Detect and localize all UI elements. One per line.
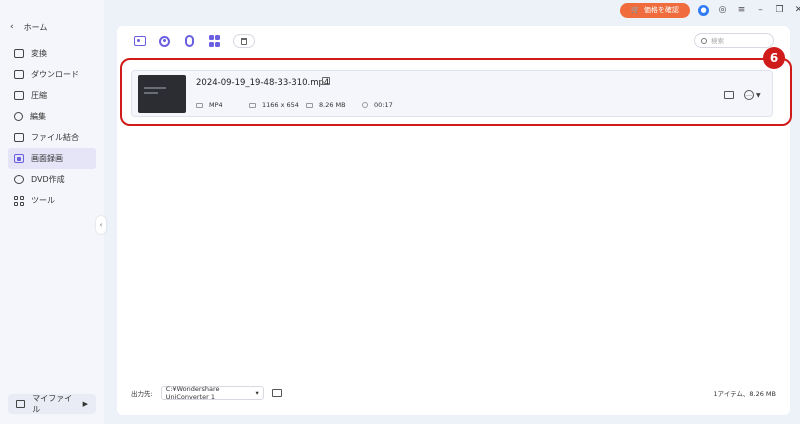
sidebar-item-download[interactable]: ダウンロード [8,64,96,85]
output-label: 出力先: [131,390,153,398]
output-path: C:¥Wondershare UniConverter 1 [165,385,220,401]
restore-icon[interactable]: ❐ [774,5,785,15]
scissors-icon [14,112,23,121]
screen-recorder-button[interactable] [133,35,146,48]
sidebar-item-label: ツール [31,196,55,205]
trash-icon [241,37,247,45]
sidebar-item-edit[interactable]: 編集 [8,106,96,127]
sidebar-item-tools[interactable]: ツール [8,190,96,211]
close-icon[interactable]: ✕ [793,5,800,15]
my-files-label: マイファイル [32,394,73,414]
menu-icon[interactable]: ≡ [736,5,747,15]
sidebar-item-label: DVD作成 [31,175,65,184]
apps-icon [208,35,221,47]
annotation-badge: 6 [763,47,785,69]
search-input[interactable] [711,36,771,45]
screen-icon [133,36,146,46]
compress-icon [14,91,24,100]
sidebar-item-label: 編集 [30,112,46,121]
disc-icon [14,175,24,184]
webcam-recorder-button[interactable] [158,35,171,48]
sidebar-item-dvd[interactable]: DVD作成 [8,169,96,190]
sidebar-item-label: 画面録画 [31,154,63,163]
sidebar: ‹ ホーム 変換 ダウンロード 圧縮 編集 ファイル結合 画面録画 DVD作成 … [0,0,104,424]
sidebar-item-label: 変換 [31,49,47,58]
record-toolbar [133,34,255,48]
title-bar: 🛒 価格を確認 ● ◎ ≡ – ❐ ✕ [620,2,800,18]
annotation-highlight [120,58,792,126]
sidebar-item-compress[interactable]: 圧縮 [8,85,96,106]
item-summary: 1アイテム、8.26 MB [713,390,776,398]
bottom-bar: 出力先: C:¥Wondershare UniConverter 1 ▾ 1アイ… [131,385,776,401]
convert-icon [14,49,24,58]
cart-icon: 🛒 [631,6,640,14]
sidebar-item-label: ダウンロード [31,70,79,79]
my-files-button[interactable]: マイファイル ▶ [8,394,96,414]
chevron-left-icon: ‹ [10,22,14,32]
sidebar-item-convert[interactable]: 変換 [8,43,96,64]
sidebar-item-label: 圧縮 [31,91,47,100]
minimize-icon[interactable]: – [755,5,766,15]
chevron-down-icon: ▾ [255,389,259,397]
sidebar-item-merge[interactable]: ファイル結合 [8,127,96,148]
chevron-right-icon: ▶ [82,400,88,408]
microphone-icon [185,35,194,47]
support-icon[interactable]: ◎ [717,5,728,15]
folder-icon [16,400,26,408]
sidebar-item-label: ファイル結合 [31,133,79,142]
delete-button[interactable] [233,34,255,48]
webcam-icon [159,35,170,47]
user-icon[interactable]: ● [698,4,709,16]
check-price-label: 価格を確認 [643,6,679,14]
home-link[interactable]: ‹ ホーム [10,20,47,34]
search-box[interactable] [694,33,774,48]
open-output-folder-icon[interactable] [271,389,282,397]
output-path-select[interactable]: C:¥Wondershare UniConverter 1 ▾ [160,385,264,401]
check-price-button[interactable]: 🛒 価格を確認 [620,2,690,18]
home-label: ホーム [23,22,48,32]
tools-icon [14,196,24,206]
sidebar-collapse-button[interactable]: ‹ [96,216,106,234]
sidebar-nav: 変換 ダウンロード 圧縮 編集 ファイル結合 画面録画 DVD作成 ツール [8,43,96,211]
screen-record-icon [14,154,24,163]
merge-icon [14,133,24,142]
sidebar-item-screen-record[interactable]: 画面録画 [8,148,96,169]
audio-recorder-button[interactable] [183,35,196,48]
download-icon [14,70,24,79]
search-icon [701,37,707,44]
more-tools-button[interactable] [208,35,221,48]
